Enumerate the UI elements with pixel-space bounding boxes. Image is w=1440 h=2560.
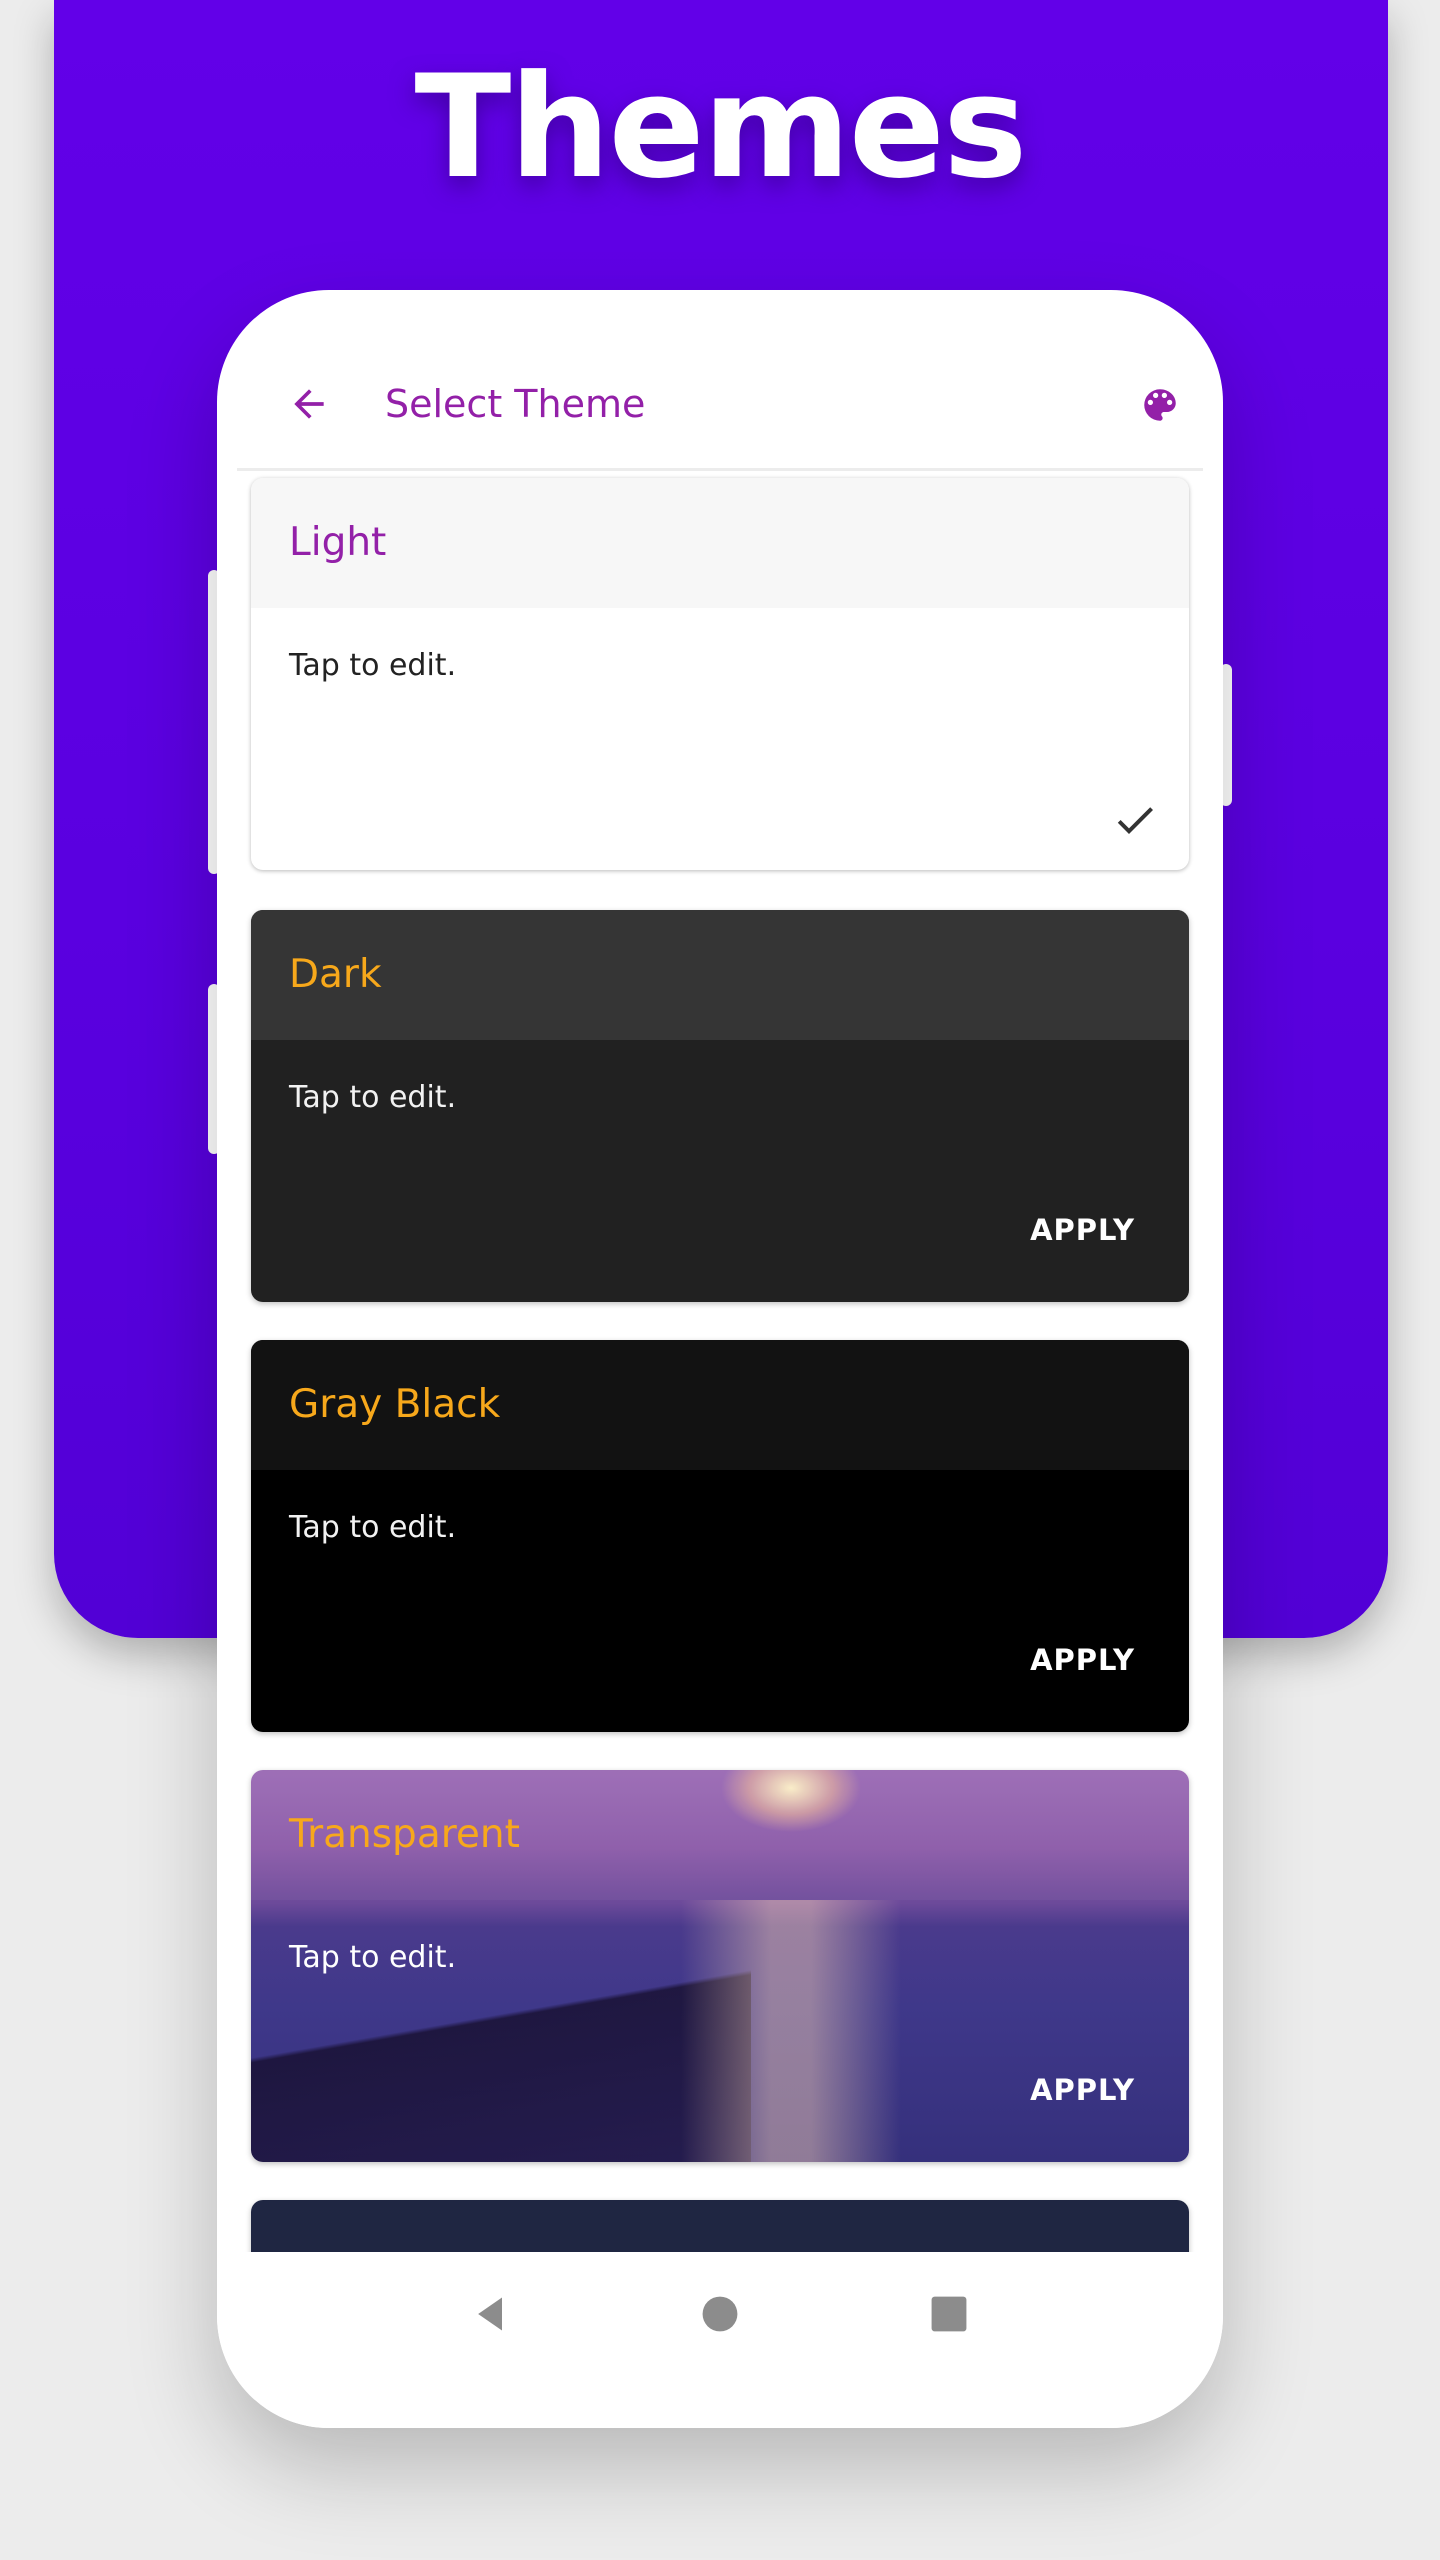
app-bar-title: Select Theme: [385, 382, 646, 426]
theme-card-header: [251, 910, 1189, 1040]
hero-title: Themes: [414, 45, 1027, 210]
theme-name: Transparent: [289, 1812, 520, 1857]
theme-name: Light: [289, 520, 387, 565]
check-icon: [1117, 807, 1153, 834]
theme-card-partial[interactable]: [251, 2200, 1189, 2252]
theme-name: Dark: [289, 952, 382, 997]
theme-list[interactable]: Light Tap to edit. Dark Tap to edit. APP…: [217, 470, 1223, 2252]
phone-mockup: Select Theme Light Tap to edit. Dark Tap…: [217, 290, 1223, 2428]
nav-recents-square-icon: [931, 2296, 967, 2332]
nav-back-triangle-icon: [478, 2297, 502, 2331]
apply-button[interactable]: APPLY: [1030, 1210, 1135, 1250]
nav-recents-button[interactable]: [909, 2274, 989, 2354]
theme-card-light[interactable]: Light Tap to edit.: [251, 478, 1189, 870]
theme-card-dark[interactable]: Dark Tap to edit. APPLY: [251, 910, 1189, 1302]
theme-edit-hint[interactable]: Tap to edit.: [289, 1938, 456, 1978]
nav-home-circle-icon: [702, 2296, 738, 2332]
theme-card-transparent[interactable]: Transparent Tap to edit. APPLY: [251, 1770, 1189, 2162]
arrow-left-icon: [294, 389, 324, 419]
theme-edit-hint[interactable]: Tap to edit.: [289, 1508, 456, 1548]
apply-button[interactable]: APPLY: [1030, 1640, 1135, 1680]
palette-icon: [1144, 389, 1176, 421]
theme-card-gray-black[interactable]: Gray Black Tap to edit. APPLY: [251, 1340, 1189, 1732]
apply-button[interactable]: APPLY: [1030, 2070, 1135, 2110]
back-button[interactable]: [279, 374, 339, 434]
theme-edit-hint[interactable]: Tap to edit.: [289, 646, 456, 686]
app-bar: Select Theme: [237, 350, 1203, 471]
theme-name: Gray Black: [289, 1382, 501, 1427]
palette-button[interactable]: [1131, 376, 1189, 434]
nav-home-button[interactable]: [680, 2274, 760, 2354]
theme-edit-hint[interactable]: Tap to edit.: [289, 1078, 456, 1118]
system-nav-bar: [217, 2252, 1223, 2428]
theme-card-header: [251, 478, 1189, 608]
nav-back-button[interactable]: [451, 2274, 531, 2354]
